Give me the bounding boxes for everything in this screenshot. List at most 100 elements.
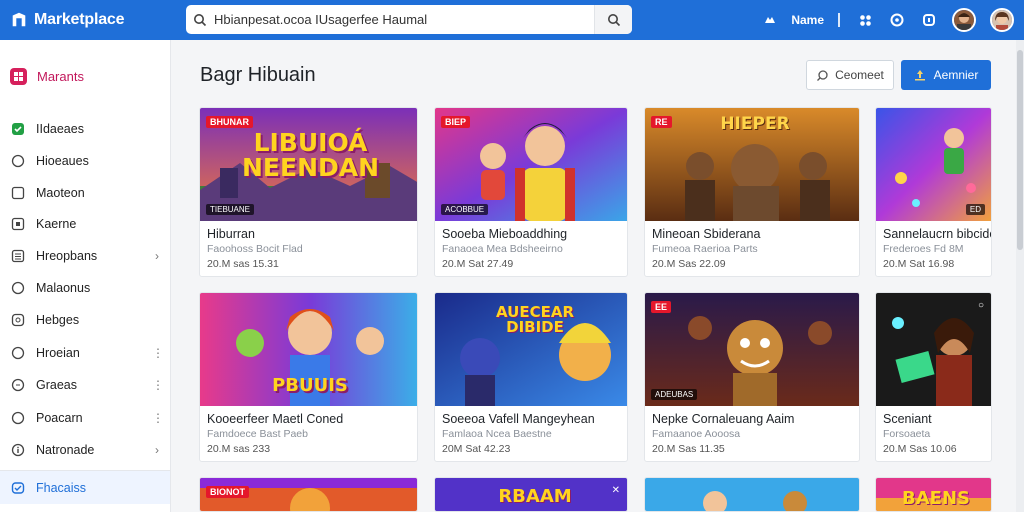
sidebar-item-label: Graeas — [36, 378, 77, 392]
product-card[interactable]: PBUUIS Kooeerfeer Maetl Coned Famdoece B… — [199, 292, 418, 462]
sidebar-item-label: Fhacaiss — [36, 480, 87, 495]
card-thumbnail[interactable]: PBUUIS — [200, 293, 417, 406]
card-thumbnail[interactable]: ○ — [876, 293, 991, 406]
more-icon[interactable]: ⋮ — [152, 411, 164, 425]
card-subtitle: Fanaoea Mea Bdsheeirno — [442, 243, 563, 255]
search-icon — [186, 13, 214, 27]
product-card[interactable]: ○ Sceniant Forsoaeta 20.M Sas 10.06 — [875, 292, 992, 462]
card-thumbnail[interactable]: AUECEAR DIBIDE — [435, 293, 627, 406]
card-tag: ED — [965, 204, 985, 215]
card-thumbnail[interactable] — [645, 478, 859, 511]
card-artwork — [645, 478, 859, 511]
product-card[interactable]: AUECEAR DIBIDE Soeeoa Vafell Mangeyhean … — [434, 292, 628, 462]
primary-button[interactable]: Aemnier — [901, 60, 991, 90]
sidebar-item-label: Hroeian — [36, 346, 80, 360]
card-meta: 20.M Sas 10.06 — [883, 443, 957, 455]
search-icon — [817, 69, 828, 81]
chevron-right-icon[interactable]: › — [152, 443, 162, 457]
product-card[interactable]: BIEP ACOBBUE Sooeba Mieboaddhing Fanaoea… — [434, 107, 628, 277]
product-card[interactable] — [644, 477, 860, 512]
product-card[interactable]: ED Sannelaucrn bibcide Frederoes Fd 8M 2… — [875, 107, 992, 277]
card-subtitle: Forsoaeta — [883, 428, 931, 440]
page-title: Bagr Hibuain — [200, 64, 316, 86]
card-title[interactable]: Soeeoa Vafell Mangeyhean — [435, 406, 627, 426]
card-corner[interactable]: ○ — [978, 300, 984, 311]
sidebar-item-7[interactable]: Hebges — [10, 309, 162, 331]
brand[interactable]: Marketplace — [10, 11, 180, 29]
sidebar-item-label: IIdaeaes — [36, 122, 84, 136]
avatar[interactable] — [952, 8, 976, 32]
card-art-title: LIBUIOÁ NEENDAN — [241, 128, 380, 182]
bell-icon[interactable] — [759, 9, 781, 31]
card-thumbnail[interactable]: RBAAM ✕ — [435, 478, 627, 511]
sidebar-item-3[interactable]: Maoteon — [10, 182, 162, 204]
sidebar-item-4[interactable]: Kaerne — [10, 213, 162, 235]
sidebar-item-9[interactable]: Graeas ⋮ — [10, 374, 164, 396]
card-title[interactable]: Sannelaucrn bibcide — [876, 221, 991, 241]
card-title[interactable]: Kooeerfeer Maetl Coned — [200, 406, 417, 426]
more-icon[interactable]: ⋮ — [152, 378, 164, 392]
app-title: Marketplace — [34, 11, 125, 28]
sidebar-item-2[interactable]: Hioeaues — [10, 150, 162, 172]
search-bar — [186, 5, 632, 34]
card-title[interactable]: Hiburran — [200, 221, 417, 241]
avatar-secondary[interactable] — [990, 8, 1014, 32]
card-title[interactable]: Nepke Cornaleuang Aaim — [645, 406, 859, 426]
sidebar-item-active[interactable]: Fhacaiss — [0, 470, 170, 504]
shield-icon — [10, 480, 26, 496]
page-scrollbar[interactable] — [1016, 40, 1024, 512]
card-meta: 20.M Sat 27.49 — [442, 258, 514, 270]
product-card[interactable]: BIONOT — [199, 477, 418, 512]
apps-icon[interactable] — [854, 9, 876, 31]
product-card[interactable]: HIEPER RE Mineoan Sbiderana Fumeoa Raeri… — [644, 107, 860, 277]
card-art-title: AUECEAR DIBIDE — [496, 303, 574, 336]
sidebar-item-10[interactable]: Poacarn ⋮ — [10, 407, 164, 429]
sidebar-item-8[interactable]: Hroeian ⋮ — [10, 342, 164, 364]
card-thumbnail[interactable]: LIBUIOÁ NEENDAN BHUNAR TIEBUANE — [200, 108, 417, 221]
sidebar-item-5[interactable]: Hreopbans › — [10, 245, 162, 267]
card-art-title: HIEPER — [720, 114, 790, 134]
square-icon — [10, 185, 26, 201]
search-input[interactable] — [214, 12, 594, 27]
sidebar-item-top[interactable]: Marants — [10, 68, 84, 85]
card-thumbnail[interactable]: HIEPER RE — [645, 108, 859, 221]
product-card[interactable]: BAENS — [875, 477, 992, 512]
card-title[interactable]: Sooeba Mieboaddhing — [435, 221, 627, 241]
scrollbar-thumb[interactable] — [1017, 50, 1023, 250]
sidebar-item-6[interactable]: Malaonus — [10, 277, 162, 299]
card-thumbnail[interactable]: ED — [876, 108, 991, 221]
sidebar-item-11[interactable]: Natronade › — [10, 439, 162, 461]
card-subtitle: Frederoes Fd 8M — [883, 243, 964, 255]
more-icon[interactable]: ⋮ — [152, 346, 164, 360]
card-title[interactable]: Mineoan Sbiderana — [645, 221, 859, 241]
card-subtitle: Fumeoa Raerioa Parts — [652, 243, 758, 255]
card-thumbnail[interactable]: BIEP ACOBBUE — [435, 108, 627, 221]
close-icon[interactable]: ✕ — [612, 485, 620, 496]
card-art-title: RBAAM — [498, 486, 572, 507]
card-subtitle: Faoohoss Bocit Flad — [207, 243, 303, 255]
sidebar-item-1[interactable]: IIdaeaes — [10, 118, 162, 140]
primary-button-label: Aemnier — [933, 68, 979, 82]
product-card[interactable]: RBAAM ✕ — [434, 477, 628, 512]
card-artwork — [876, 293, 991, 406]
card-thumbnail[interactable]: EE ADEUBAS — [645, 293, 859, 406]
card-tag: ACOBBUE — [441, 204, 489, 215]
sidebar-item-label: Poacarn — [36, 411, 83, 425]
card-thumbnail[interactable]: BIONOT — [200, 478, 417, 511]
settings-icon[interactable] — [886, 9, 908, 31]
comment-button[interactable]: Ceomeet — [806, 60, 894, 90]
chevron-right-icon[interactable]: › — [152, 249, 162, 263]
sidebar-item-label: Malaonus — [36, 281, 91, 295]
check-square-icon — [10, 121, 26, 137]
help-icon[interactable] — [918, 9, 940, 31]
user-name-link[interactable]: Name — [791, 13, 824, 27]
card-thumbnail[interactable]: BAENS — [876, 478, 991, 511]
product-card[interactable]: LIBUIOÁ NEENDAN BHUNAR TIEBUANE Hiburran… — [199, 107, 418, 277]
marketplace-logo-icon — [12, 12, 26, 27]
card-title[interactable]: Sceniant — [876, 406, 991, 426]
search-button[interactable] — [594, 5, 632, 34]
top-bar: Marketplace Name — [0, 0, 1024, 40]
circle-icon — [10, 153, 26, 169]
card-meta: 20.M sas 233 — [207, 443, 271, 455]
product-card[interactable]: EE ADEUBAS Nepke Cornaleuang Aaim Famaan… — [644, 292, 860, 462]
